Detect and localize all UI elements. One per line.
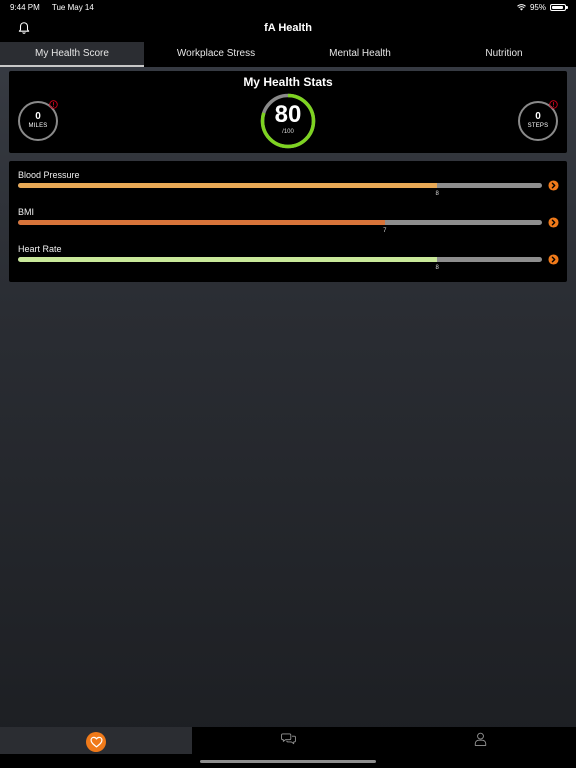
health-score-value: 80 [274, 101, 302, 128]
metric-label: Blood Pressure [18, 170, 80, 180]
metric-value: 7 [383, 228, 387, 234]
battery-percent: 95% [529, 2, 546, 12]
profile-icon[interactable] [474, 732, 487, 746]
health-metrics-card: Blood Pressure 8 BMI 7 Heart Rate 8 [9, 161, 567, 282]
tab-mental-health[interactable]: Mental Health [288, 42, 432, 67]
wifi-icon [517, 3, 526, 10]
health-score-max: /100 [282, 129, 294, 135]
metric-label: Heart Rate [18, 244, 62, 254]
bell-icon[interactable] [17, 21, 31, 35]
metric-fill [18, 257, 438, 262]
status-date: Tue May 14 [51, 2, 94, 12]
status-right: 95% [517, 2, 568, 12]
metric-blood-pressure[interactable]: Blood Pressure 8 [18, 170, 559, 206]
steps-alert-icon [549, 100, 558, 109]
tab-workplace-stress[interactable]: Workplace Stress [144, 42, 288, 67]
status-time: 9:44 PM [10, 2, 40, 12]
bottom-tab-health[interactable] [0, 727, 192, 754]
metric-value: 8 [435, 191, 439, 197]
metric-heart-rate[interactable]: Heart Rate 8 [18, 244, 559, 280]
metric-track [18, 183, 542, 188]
chevron-right-icon[interactable] [548, 217, 559, 228]
health-stats-title: My Health Stats [243, 75, 333, 89]
health-score-gauge: 80 /100 [259, 92, 317, 150]
metric-track [18, 257, 542, 262]
bottom-tab-profile[interactable] [384, 727, 576, 768]
chevron-right-icon[interactable] [548, 180, 559, 191]
page-title: fA Health [264, 22, 312, 34]
metric-value: 8 [435, 265, 439, 271]
metric-fill [18, 183, 438, 188]
metric-bmi[interactable]: BMI 7 [18, 207, 559, 243]
status-bar: 9:44 PM Tue May 14 95% [0, 0, 576, 14]
tab-bar: My Health Score Workplace Stress Mental … [0, 42, 576, 67]
miles-alert-icon [49, 100, 58, 109]
home-indicator [200, 760, 376, 763]
metric-track [18, 220, 542, 225]
metric-label: BMI [18, 207, 35, 217]
tab-nutrition[interactable]: Nutrition [432, 42, 576, 67]
chevron-right-icon[interactable] [548, 254, 559, 265]
miles-unit: MILES [28, 123, 48, 129]
steps-unit: STEPS [527, 123, 549, 129]
metric-fill [18, 220, 385, 225]
nav-bar: fA Health [0, 14, 576, 42]
tab-my-health-score[interactable]: My Health Score [0, 42, 144, 67]
health-stats-card: My Health Stats 0 MILES 80 /100 0 STEPS [9, 71, 567, 153]
heart-icon[interactable] [86, 732, 106, 752]
chat-icon[interactable] [280, 732, 296, 745]
battery-icon [550, 3, 568, 11]
steps-value: 0 [535, 111, 541, 122]
status-left: 9:44 PM Tue May 14 [10, 3, 104, 12]
miles-value: 0 [35, 111, 41, 122]
